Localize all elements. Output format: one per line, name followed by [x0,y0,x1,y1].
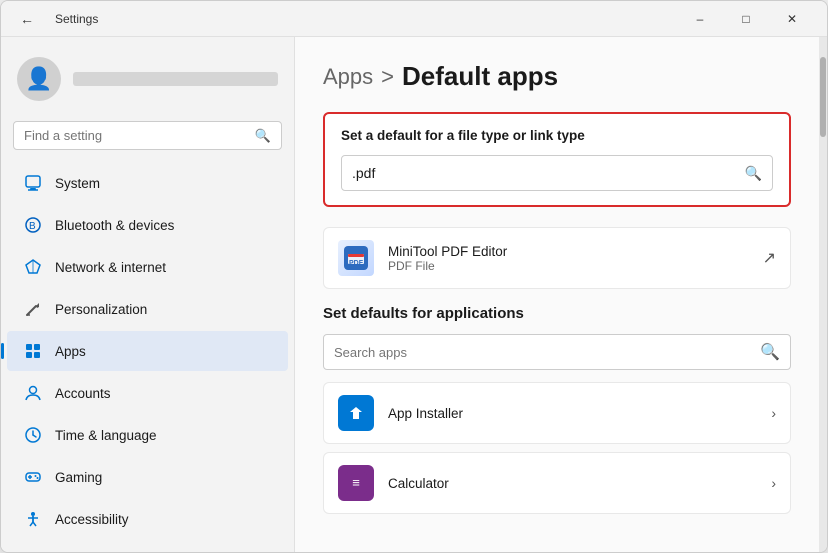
sidebar-item-bluetooth-label: Bluetooth & devices [55,218,174,233]
breadcrumb-separator: > [381,64,394,90]
sidebar-item-accessibility[interactable]: Accessibility [7,499,288,539]
back-button[interactable]: ← [13,5,41,33]
search-apps-icon: 🔍 [760,342,780,362]
sidebar-item-apps[interactable]: Apps [7,331,288,371]
sidebar-item-system[interactable]: System [7,163,288,203]
scrollbar-track[interactable] [819,37,827,552]
accessibility-icon [23,509,43,529]
content-area: 👤 🔍 System B [1,37,827,552]
breadcrumb-parent: Apps [323,64,373,90]
minimize-button[interactable]: – [677,1,723,37]
sidebar-item-bluetooth[interactable]: B Bluetooth & devices [7,205,288,245]
search-apps-box[interactable]: 🔍 [323,334,791,370]
filetype-search-icon: 🔍 [745,165,762,182]
sidebar-item-system-label: System [55,176,100,191]
app-list-item-installer[interactable]: App Installer › [323,382,791,444]
breadcrumb-current: Default apps [402,61,558,92]
titlebar: ← Settings – □ ✕ [1,1,827,37]
associated-app-subtitle: PDF File [388,259,749,273]
svg-text:≡: ≡ [352,475,360,490]
sidebar-item-time[interactable]: Time & language [7,415,288,455]
scrollbar-thumb[interactable] [820,57,826,137]
gaming-icon [23,467,43,487]
associated-app-info: MiniTool PDF Editor PDF File [388,244,749,273]
app-installer-icon [338,395,374,431]
associated-app-external-link-icon[interactable]: ↗ [763,248,776,268]
sidebar-item-accounts-label: Accounts [55,386,111,401]
app-installer-chevron-icon: › [771,405,776,421]
user-profile: 👤 [1,49,294,117]
window-title: Settings [55,12,98,26]
sidebar-item-accessibility-label: Accessibility [55,512,129,527]
associated-app-name: MiniTool PDF Editor [388,244,749,259]
maximize-button[interactable]: □ [723,1,769,37]
app-installer-name: App Installer [388,406,757,421]
filetype-input[interactable]: .pdf 🔍 [341,155,773,191]
nav-items: System B Bluetooth & devices Network & i… [1,162,294,540]
settings-window: ← Settings – □ ✕ 👤 🔍 [0,0,828,553]
calculator-icon: ≡ [338,465,374,501]
app-list-item-calculator[interactable]: ≡ Calculator › [323,452,791,514]
avatar: 👤 [17,57,61,101]
personalization-icon [23,299,43,319]
filetype-section: Set a default for a file type or link ty… [323,112,791,207]
network-icon [23,257,43,277]
sidebar-item-personalization[interactable]: Personalization [7,289,288,329]
defaults-section-title: Set defaults for applications [323,305,791,322]
sidebar-item-gaming[interactable]: Gaming [7,457,288,497]
window-buttons: – □ ✕ [677,1,815,37]
titlebar-controls: ← Settings [13,5,98,33]
main-panel: Apps > Default apps Set a default for a … [295,37,819,552]
accounts-icon [23,383,43,403]
breadcrumb: Apps > Default apps [323,61,791,92]
close-button[interactable]: ✕ [769,1,815,37]
sidebar-search-icon: 🔍 [255,128,271,144]
minitool-icon: PDF [338,240,374,276]
filetype-section-title: Set a default for a file type or link ty… [341,128,773,143]
sidebar-item-gaming-label: Gaming [55,470,102,485]
search-apps-input[interactable] [334,345,752,360]
calculator-name: Calculator [388,476,757,491]
sidebar-item-time-label: Time & language [55,428,157,443]
svg-text:PDF: PDF [349,260,364,267]
sidebar: 👤 🔍 System B [1,37,295,552]
sidebar-search-input[interactable] [24,128,247,143]
sidebar-item-apps-label: Apps [55,344,86,359]
bluetooth-icon: B [23,215,43,235]
calculator-chevron-icon: › [771,475,776,491]
sidebar-item-network-label: Network & internet [55,260,166,275]
filetype-value: .pdf [352,165,375,181]
user-icon: 👤 [25,66,52,92]
associated-app-entry[interactable]: PDF MiniTool PDF Editor PDF File ↗ [323,227,791,289]
sidebar-item-network[interactable]: Network & internet [7,247,288,287]
time-icon [23,425,43,445]
sidebar-search-box[interactable]: 🔍 [13,121,282,150]
system-icon [23,173,43,193]
user-info-blurred [73,72,278,86]
svg-text:B: B [29,221,36,232]
sidebar-item-personalization-label: Personalization [55,302,147,317]
back-icon: ← [20,11,34,27]
apps-icon [23,341,43,361]
sidebar-item-accounts[interactable]: Accounts [7,373,288,413]
